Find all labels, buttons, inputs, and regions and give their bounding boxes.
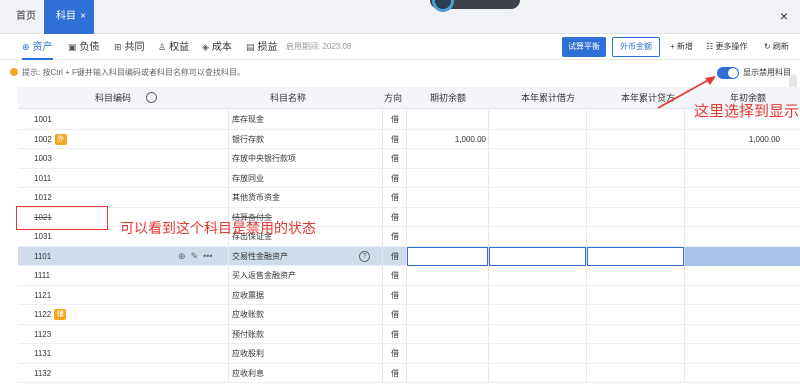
- annotation-arrow: [657, 76, 716, 109]
- arrow-line: [657, 77, 713, 109]
